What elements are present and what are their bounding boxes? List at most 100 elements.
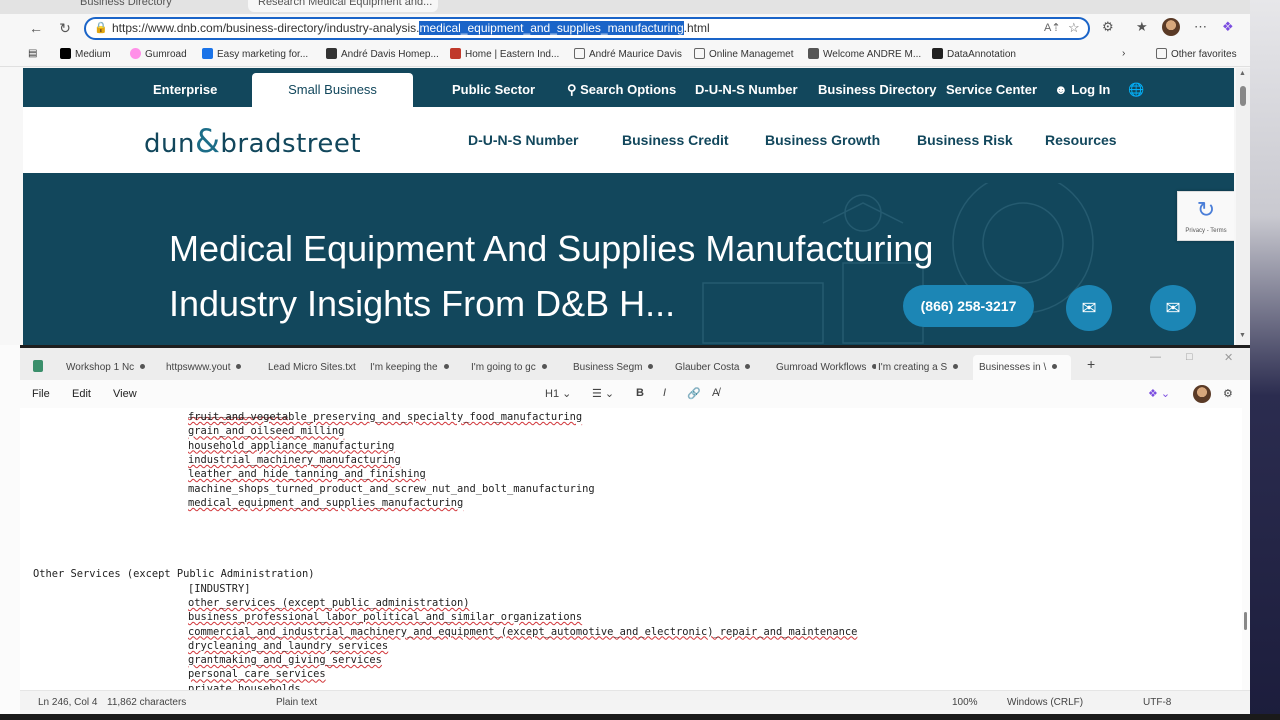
zoom-level[interactable]: 100%: [952, 697, 978, 708]
fav-gumroad[interactable]: Gumroad: [130, 48, 187, 60]
bold-icon[interactable]: B: [636, 387, 644, 399]
maximize-icon[interactable]: □: [1186, 351, 1193, 363]
mainnav-business-growth[interactable]: Business Growth: [765, 132, 880, 148]
mainnav-business-risk[interactable]: Business Risk: [917, 132, 1013, 148]
text-line: business_professional_labor_political_an…: [188, 611, 583, 624]
heading-select[interactable]: H1 ⌄: [545, 387, 571, 400]
notepad-tab[interactable]: I'm going to gc: [471, 355, 571, 381]
read-aloud-icon[interactable]: A⇡: [1044, 19, 1061, 38]
editor-scrollbar[interactable]: [1242, 408, 1250, 690]
more-menu-icon[interactable]: ⋯: [1194, 19, 1207, 35]
browser-nav-bar: ← ↻ 🔒 https://www.dnb.com/business-direc…: [0, 14, 1250, 42]
profile-avatar[interactable]: [1162, 18, 1180, 39]
notepad-tab[interactable]: httpswww.yout: [166, 355, 264, 381]
notepad-tab[interactable]: I'm creating a S: [878, 355, 974, 381]
fav-other-favorites[interactable]: Other favorites: [1156, 48, 1237, 60]
nav-business-directory[interactable]: Business Directory: [818, 82, 937, 97]
scroll-up-icon[interactable]: ▲: [1239, 70, 1246, 77]
arrow-icon: [202, 48, 213, 59]
notepad-tab[interactable]: Lead Micro Sites.txt: [268, 355, 368, 381]
notepad-tab[interactable]: Glauber Costa: [675, 355, 775, 381]
browser-tab-business-directory[interactable]: Business Directory: [70, 0, 240, 12]
extensions-icon[interactable]: ⚙: [1102, 19, 1114, 35]
favorite-star-icon[interactable]: ☆: [1068, 19, 1080, 37]
nav-search-options[interactable]: ⚲ Search Options: [567, 82, 676, 98]
text-line: machine_shops_turned_product_and_screw_n…: [188, 482, 595, 495]
notepad-tab[interactable]: I'm keeping the: [370, 355, 470, 381]
scroll-down-icon[interactable]: ▼: [1239, 332, 1246, 339]
mainnav-duns[interactable]: D-U-N-S Number: [468, 132, 578, 148]
encoding[interactable]: UTF-8: [1143, 697, 1171, 708]
fav-welcome-andre[interactable]: Welcome ANDRE M...: [808, 48, 921, 60]
notepad-tab[interactable]: Workshop 1 Nc: [66, 355, 166, 381]
link-icon[interactable]: 🔗: [687, 387, 701, 400]
status-bar: Ln 246, Col 4 11,862 characters Plain te…: [20, 690, 1250, 714]
hero-title: Medical Equipment And Supplies Manufactu…: [169, 228, 934, 324]
notepad-tab[interactable]: Business Segm: [573, 355, 673, 381]
chat-icon[interactable]: ✉: [1150, 285, 1196, 331]
menu-edit[interactable]: Edit: [72, 388, 91, 400]
chevron-right-icon[interactable]: ›: [1122, 48, 1125, 59]
fav-eastern-ind[interactable]: Home | Eastern Ind...: [450, 48, 559, 60]
copilot-icon[interactable]: ❖ ⌄: [1148, 387, 1170, 400]
mainnav-resources[interactable]: Resources: [1045, 132, 1117, 148]
text-line: grain_and_oilseed_milling: [188, 425, 345, 438]
scrollbar-thumb[interactable]: [1244, 612, 1247, 630]
clear-formatting-icon[interactable]: A̸: [712, 387, 719, 399]
phone-button[interactable]: (866) 258-3217: [903, 285, 1034, 327]
text-line: personal_care_services: [188, 668, 326, 681]
menu-file[interactable]: File: [32, 388, 50, 400]
settings-gear-icon[interactable]: ⚙: [1223, 387, 1233, 400]
new-tab-icon[interactable]: +: [1087, 356, 1095, 372]
unsaved-dot-icon: [745, 364, 751, 369]
favorites-icon[interactable]: ★: [1136, 19, 1148, 35]
favorites-bar: ▤ Medium Gumroad Easy marketing for... A…: [0, 43, 1250, 67]
text-line: fruit_and_vegetable_preserving_and_speci…: [188, 411, 583, 423]
nav-service-center[interactable]: Service Center: [946, 82, 1037, 97]
favorites-toggle-icon[interactable]: ▤: [28, 48, 37, 59]
email-icon[interactable]: ✉: [1066, 285, 1112, 331]
refresh-icon[interactable]: ↻: [54, 17, 76, 39]
copilot-icon[interactable]: ❖: [1222, 19, 1234, 35]
notepad-tab[interactable]: Gumroad Workflows: [776, 355, 876, 381]
list-format-icon[interactable]: ☰ ⌄: [592, 387, 614, 400]
nav-enterprise[interactable]: Enterprise: [153, 82, 217, 97]
notepad-tab-active[interactable]: Businesses in \: [973, 355, 1071, 381]
fav-dataannotation[interactable]: DataAnnotation: [932, 48, 1016, 60]
gumroad-icon: [130, 48, 141, 59]
nav-public-sector[interactable]: Public Sector: [452, 82, 535, 97]
file-format[interactable]: Plain text: [276, 697, 317, 708]
browser-window: Business Directory Research Medical Equi…: [0, 0, 1250, 345]
italic-icon[interactable]: I: [663, 387, 666, 399]
user-icon: ☻: [1054, 82, 1072, 97]
recaptcha-badge[interactable]: ↻ Privacy - Terms: [1177, 191, 1234, 241]
browser-tab-active[interactable]: Research Medical Equipment and...: [248, 0, 438, 12]
text-editor[interactable]: ________________ fruit_and_vegetable_pre…: [20, 408, 1242, 690]
fav-easy-marketing[interactable]: Easy marketing for...: [202, 48, 308, 60]
minimize-icon[interactable]: —: [1150, 351, 1161, 363]
globe-icon[interactable]: 🌐: [1128, 82, 1144, 98]
folder-icon: [694, 48, 705, 59]
scrollbar-thumb[interactable]: [1240, 86, 1246, 106]
dnb-logo[interactable]: dun&bradstreet: [144, 122, 361, 160]
menu-view[interactable]: View: [113, 388, 137, 400]
url-selected-text: medical_equipment_and_supplies_manufactu…: [419, 21, 684, 35]
address-bar[interactable]: 🔒 https://www.dnb.com/business-directory…: [84, 17, 1090, 40]
browser-scrollbar[interactable]: ▲ ▼: [1236, 68, 1250, 345]
fav-andre-homepage[interactable]: André Davis Homep...: [326, 48, 439, 60]
nav-duns-number[interactable]: D-U-N-S Number: [695, 82, 798, 97]
fav-medium[interactable]: Medium: [60, 48, 111, 60]
main-nav: dun&bradstreet D-U-N-S Number Business C…: [23, 107, 1234, 173]
url-suffix: .html: [683, 21, 710, 35]
nav-log-in[interactable]: ☻ Log In: [1054, 82, 1110, 97]
back-icon[interactable]: ←: [25, 17, 47, 39]
top-nav: Enterprise Small Business Public Sector …: [23, 68, 1234, 107]
fav-online-management[interactable]: Online Managemet: [694, 48, 794, 60]
nav-small-business[interactable]: Small Business: [252, 73, 413, 107]
line-ending[interactable]: Windows (CRLF): [1007, 697, 1083, 708]
mainnav-business-credit[interactable]: Business Credit: [622, 132, 729, 148]
account-avatar[interactable]: [1193, 385, 1211, 406]
fav-andre-maurice-davis[interactable]: André Maurice Davis: [574, 48, 682, 60]
text-line: private_households: [188, 682, 301, 690]
close-icon[interactable]: ✕: [1224, 351, 1233, 364]
